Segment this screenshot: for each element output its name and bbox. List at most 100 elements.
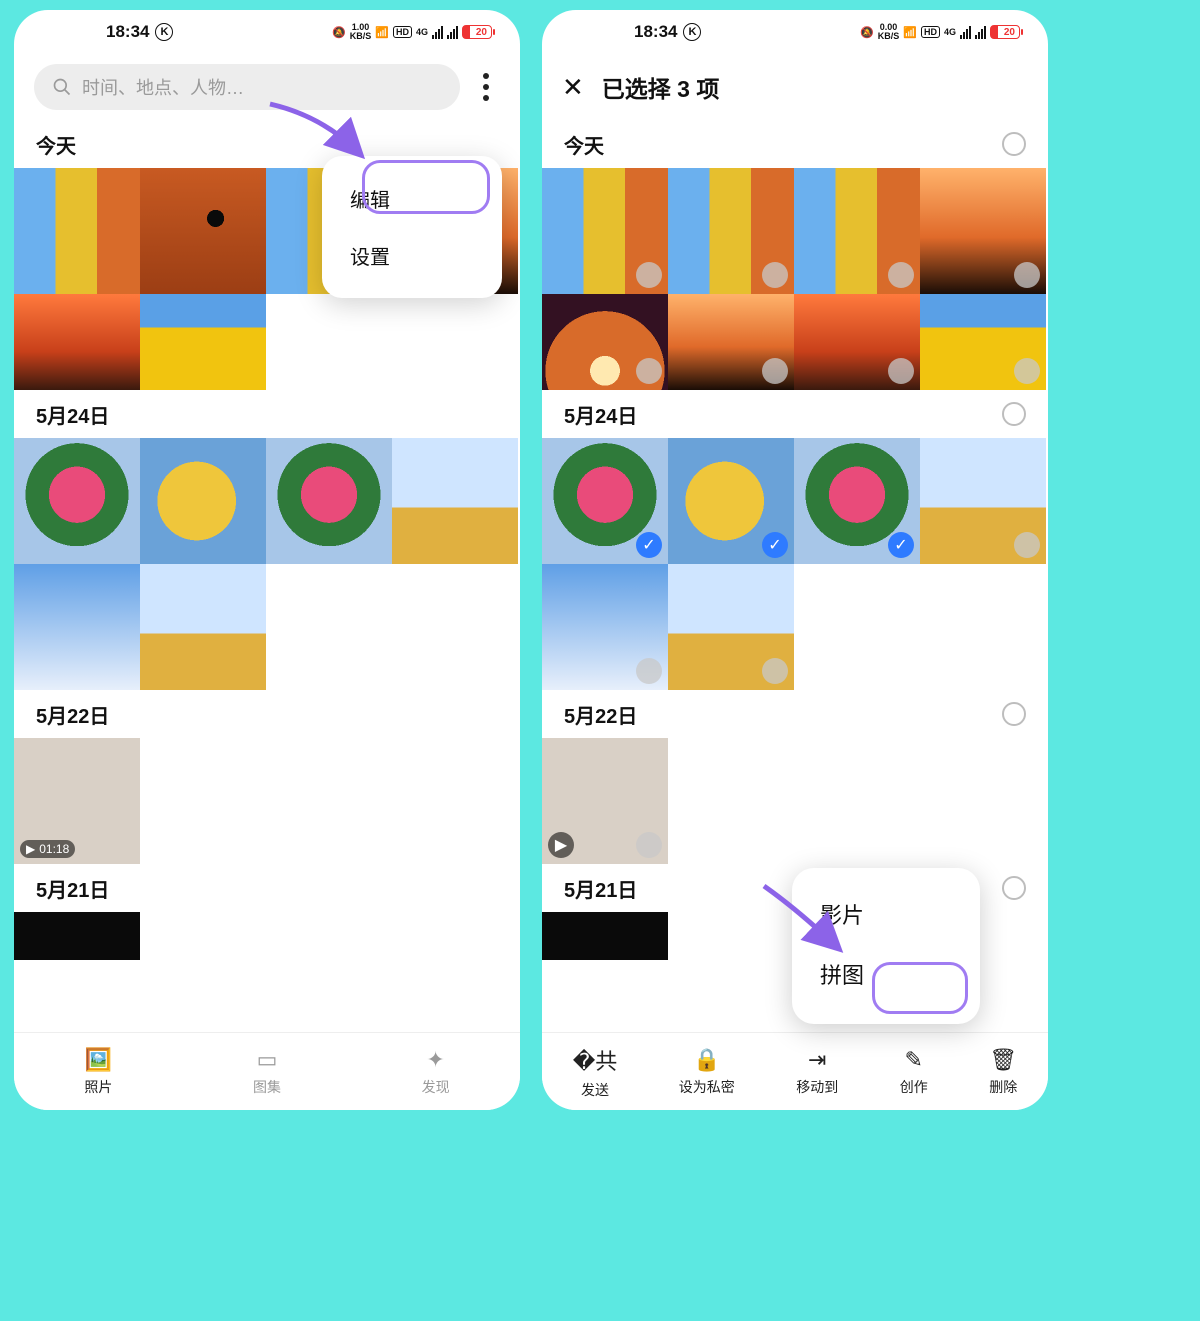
- section-524: 5月24日: [564, 400, 637, 429]
- close-icon[interactable]: ✕: [562, 72, 584, 103]
- check-indicator[interactable]: ✓: [636, 532, 662, 558]
- action-private[interactable]: 🔒设为私密: [679, 1047, 735, 1097]
- k-icon: K: [683, 23, 701, 41]
- albums-icon: ▭: [257, 1047, 278, 1073]
- photo-thumb[interactable]: [668, 168, 794, 294]
- photo-thumb[interactable]: ✓: [542, 438, 668, 564]
- search-icon: [52, 77, 72, 97]
- share-icon: �共: [573, 1044, 618, 1076]
- signal-bars-icon: [975, 25, 986, 39]
- lock-icon: 🔒: [693, 1047, 720, 1073]
- photo-thumb[interactable]: [14, 168, 140, 294]
- photo-thumb[interactable]: [794, 168, 920, 294]
- nav-photos[interactable]: 🖼️照片: [84, 1047, 112, 1097]
- photo-thumb[interactable]: [920, 438, 1046, 564]
- trash-icon: 🗑: [989, 1047, 1017, 1073]
- photo-thumb[interactable]: [542, 294, 668, 390]
- section-521: 5月21日: [36, 874, 109, 903]
- search-header: 时间、地点、人物…: [14, 54, 520, 120]
- check-indicator[interactable]: [1014, 358, 1040, 384]
- select-all-524[interactable]: [1002, 402, 1026, 426]
- photo-thumb[interactable]: [542, 912, 668, 960]
- check-indicator[interactable]: [636, 832, 662, 858]
- section-today: 今天: [564, 130, 604, 159]
- video-thumb[interactable]: ▶ 01:18: [14, 738, 140, 864]
- check-indicator[interactable]: [1014, 262, 1040, 288]
- nav-albums[interactable]: ▭图集: [253, 1047, 281, 1097]
- nav-discover[interactable]: ✦发现: [422, 1047, 450, 1097]
- check-indicator[interactable]: ✓: [888, 532, 914, 558]
- wifi-icon: 📶: [903, 26, 917, 39]
- search-input[interactable]: 时间、地点、人物…: [34, 64, 460, 110]
- create-icon: ✎: [905, 1047, 923, 1073]
- discover-icon: ✦: [426, 1047, 444, 1073]
- check-indicator[interactable]: [636, 358, 662, 384]
- more-menu-button[interactable]: [472, 73, 500, 101]
- photo-thumb[interactable]: ✓: [794, 438, 920, 564]
- select-all-522[interactable]: [1002, 702, 1026, 726]
- photo-thumb[interactable]: [920, 168, 1046, 294]
- photo-thumb[interactable]: [668, 294, 794, 390]
- signal-bars-icon: [960, 25, 971, 39]
- mute-icon: 🔕: [332, 26, 346, 39]
- section-today: 今天: [36, 130, 76, 159]
- move-icon: ⇥: [808, 1047, 826, 1073]
- phone-left: 18:34 K 🔕 1.00KB/S 📶 HD 4G 20 时间、地点、人物…: [14, 10, 520, 1110]
- video-duration-badge: ▶ 01:18: [20, 840, 75, 858]
- select-all-521[interactable]: [1002, 876, 1026, 900]
- selection-title: 已选择 3 项: [602, 70, 720, 104]
- hd-badge: HD: [921, 26, 940, 38]
- video-thumb[interactable]: ▶: [542, 738, 668, 864]
- action-send[interactable]: �共发送: [573, 1044, 618, 1100]
- hd-badge: HD: [393, 26, 412, 38]
- action-delete[interactable]: 🗑删除: [989, 1047, 1017, 1097]
- check-indicator[interactable]: [636, 658, 662, 684]
- highlight-ring: [872, 962, 968, 1014]
- photo-thumb[interactable]: [920, 294, 1046, 390]
- photo-thumb[interactable]: [668, 564, 794, 690]
- check-indicator[interactable]: [762, 658, 788, 684]
- signal-bars-icon: [447, 25, 458, 39]
- status-time: 18:34: [634, 22, 677, 42]
- section-522: 5月22日: [564, 700, 637, 729]
- check-indicator[interactable]: ✓: [762, 532, 788, 558]
- photo-thumb[interactable]: [392, 438, 518, 564]
- select-all-today[interactable]: [1002, 132, 1026, 156]
- photo-thumb[interactable]: [542, 564, 668, 690]
- photo-thumb[interactable]: [140, 168, 266, 294]
- check-indicator[interactable]: [636, 262, 662, 288]
- check-indicator[interactable]: [1014, 532, 1040, 558]
- action-move[interactable]: ⇥移动到: [796, 1047, 838, 1097]
- status-time: 18:34: [106, 22, 149, 42]
- photo-thumb[interactable]: [14, 438, 140, 564]
- create-movie[interactable]: 影片: [792, 884, 980, 944]
- k-icon: K: [155, 23, 173, 41]
- photo-thumb[interactable]: ✓: [668, 438, 794, 564]
- photo-thumb[interactable]: [14, 912, 140, 960]
- photo-thumb[interactable]: [14, 294, 140, 390]
- action-create[interactable]: ✎创作: [900, 1047, 928, 1097]
- phone-right: 18:34 K 🔕 0.00KB/S 📶 HD 4G 20 ✕ 已选择 3 项 …: [542, 10, 1048, 1110]
- signal-bars-icon: [432, 25, 443, 39]
- status-bar: 18:34 K 🔕 1.00KB/S 📶 HD 4G 20: [14, 10, 520, 54]
- wifi-icon: 📶: [375, 26, 389, 39]
- photo-thumb[interactable]: [266, 438, 392, 564]
- photo-thumb[interactable]: [140, 564, 266, 690]
- check-indicator[interactable]: [762, 262, 788, 288]
- photo-thumb[interactable]: [140, 294, 266, 390]
- photo-thumb[interactable]: [794, 294, 920, 390]
- photo-thumb[interactable]: [14, 564, 140, 690]
- highlight-ring: [362, 160, 490, 214]
- check-indicator[interactable]: [762, 358, 788, 384]
- video-icon: ▶: [548, 832, 574, 858]
- signal-4g: 4G: [944, 27, 956, 37]
- section-522: 5月22日: [36, 700, 109, 729]
- photo-thumb[interactable]: [140, 438, 266, 564]
- check-indicator[interactable]: [888, 262, 914, 288]
- check-indicator[interactable]: [888, 358, 914, 384]
- menu-settings[interactable]: 设置: [322, 227, 502, 284]
- battery-icon: 20: [462, 25, 492, 39]
- section-524: 5月24日: [36, 400, 109, 429]
- search-placeholder: 时间、地点、人物…: [82, 74, 244, 100]
- photo-thumb[interactable]: [542, 168, 668, 294]
